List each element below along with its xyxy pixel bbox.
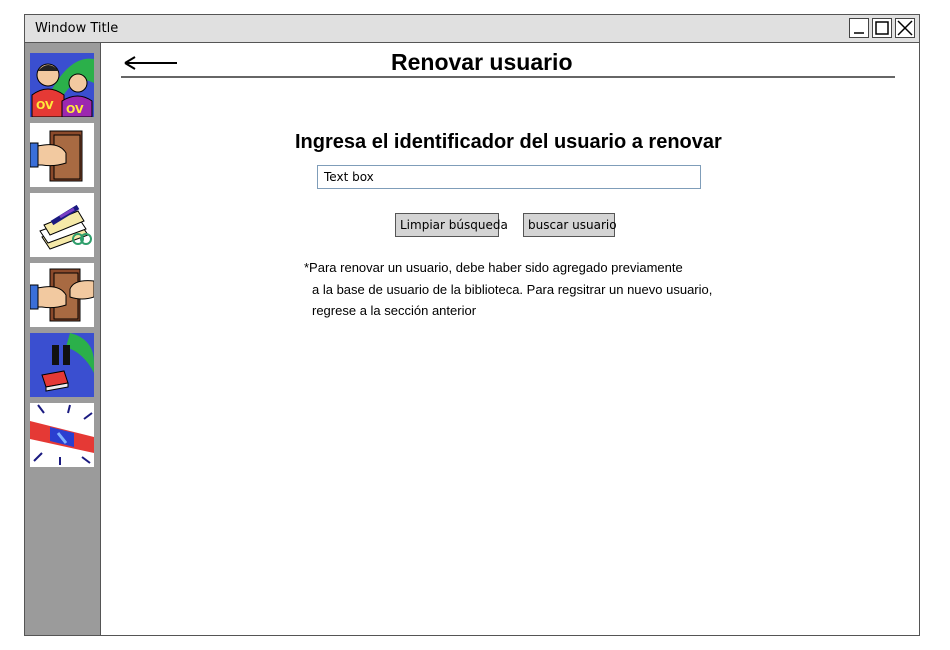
sidebar-item-users[interactable]: OV OV [30, 53, 94, 117]
page-title: Renovar usuario [391, 49, 573, 75]
maximize-button[interactable] [872, 18, 892, 38]
minimize-icon [854, 32, 864, 34]
svg-text:OV: OV [66, 103, 84, 116]
app-window: Window Title OV OV Renovar usuario Ingre… [24, 14, 920, 636]
users-icon: OV OV [31, 58, 94, 117]
maximize-icon [875, 21, 889, 35]
window-title: Window Title [35, 21, 119, 36]
note-line-1: *Para renovar un usuario, debe haber sid… [304, 260, 683, 275]
arrow-left-icon [124, 56, 177, 70]
note-line-3: regrese a la sección anterior [312, 303, 477, 318]
sidebar: OV OV [25, 43, 101, 635]
sidebar-item-book-exchange[interactable] [30, 263, 94, 327]
book-exchange-icon [30, 268, 94, 322]
sidebar-item-pause[interactable] [30, 333, 94, 397]
input-prompt: Ingresa el identificador del usuario a r… [295, 131, 722, 153]
note-line-2: a la base de usuario de la biblioteca. P… [312, 281, 713, 297]
main-content: Renovar usuario Ingresa el identificador… [101, 43, 919, 635]
close-icon [897, 20, 913, 36]
pause-book-icon [41, 333, 94, 392]
clear-search-button[interactable]: Limpiar búsqueda [395, 213, 508, 237]
close-button[interactable] [895, 18, 915, 38]
svg-text:OV: OV [36, 99, 54, 112]
minimize-button[interactable] [849, 18, 869, 38]
documents-pen-icon [39, 204, 92, 250]
sidebar-item-book-hand[interactable] [30, 123, 94, 187]
title-bar: Window Title [25, 15, 919, 43]
renewal-note: *Para renovar un usuario, debe haber sid… [304, 257, 712, 322]
alarm-siren-icon [30, 404, 94, 465]
sidebar-item-alarm[interactable] [30, 403, 94, 467]
book-hand-icon [30, 130, 83, 182]
title-divider [121, 76, 895, 78]
back-button[interactable] [121, 53, 181, 73]
user-id-input[interactable]: Text box [317, 165, 701, 189]
sidebar-item-documents[interactable] [30, 193, 94, 257]
search-user-button[interactable]: buscar usuario [523, 213, 617, 237]
